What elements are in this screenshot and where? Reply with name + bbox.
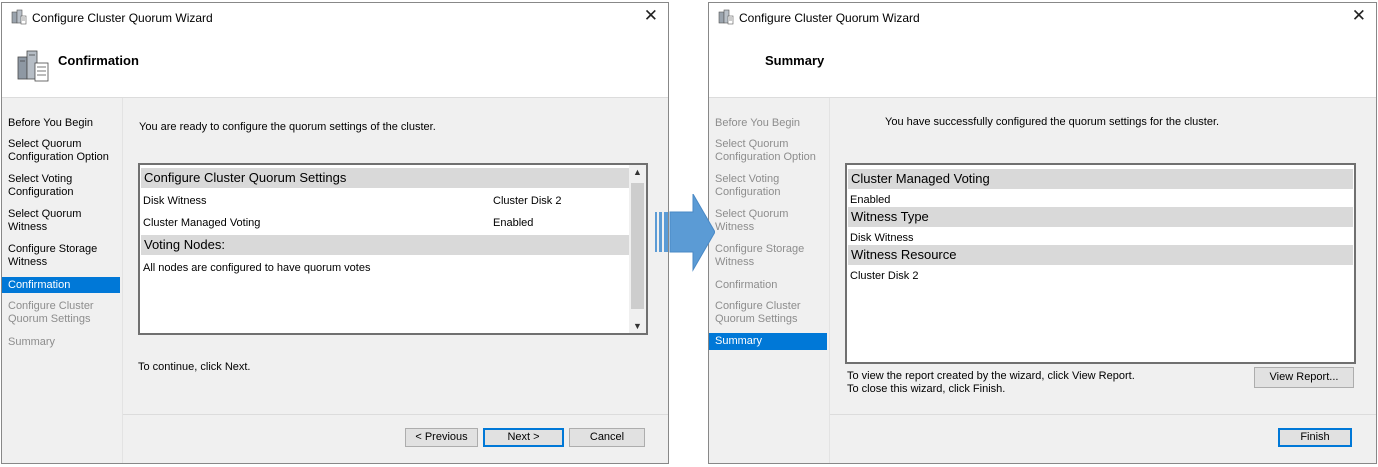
wizard-header: Summary — [709, 31, 1376, 98]
vertical-scrollbar[interactable]: ▲ ▼ — [629, 165, 646, 333]
step-select-quorum-witness[interactable]: Select Quorum Witness — [2, 208, 120, 234]
step-configure-storage-witness: Configure Storage Witness — [715, 243, 805, 268]
setting-value: Enabled — [493, 217, 534, 229]
page-title: Summary — [765, 53, 825, 68]
cluster-wizard-icon — [718, 9, 734, 25]
group-header: Configure Cluster Quorum Settings — [141, 168, 629, 188]
step-summary[interactable]: Summary — [709, 333, 827, 350]
step-select-quorum-configuration[interactable]: Select Quorum Configuration Option — [2, 138, 120, 164]
step-confirmation[interactable]: Confirmation — [2, 277, 120, 293]
result-value: Disk Witness — [850, 232, 914, 244]
wizard-header: Confirmation — [2, 31, 668, 98]
result-value: Cluster Disk 2 — [850, 270, 919, 282]
finish-button[interactable]: Finish — [1278, 428, 1352, 447]
button-bar: < Previous Next > Cancel — [123, 414, 668, 463]
summary-wizard-window: Configure Cluster Quorum Wizard ✕ Summar… — [708, 2, 1377, 464]
scroll-up-icon[interactable]: ▲ — [629, 167, 646, 177]
voting-nodes-text: All nodes are configured to have quorum … — [143, 262, 371, 274]
report-instructions: To view the report created by the wizard… — [847, 370, 1135, 382]
cancel-button[interactable]: Cancel — [569, 428, 645, 447]
step-configure-cluster-quorum-settings: Configure Cluster Quorum Settings — [8, 300, 94, 325]
step-select-quorum-configuration: Select Quorum Configuration Option — [715, 138, 816, 163]
result-header: Witness Type — [848, 207, 1353, 227]
continue-text: To continue, click Next. — [138, 361, 251, 373]
summary-listbox[interactable]: Cluster Managed Voting Enabled Witness T… — [845, 163, 1356, 364]
result-value: Enabled — [850, 194, 891, 206]
result-header: Witness Resource — [848, 245, 1353, 265]
success-text: You have successfully configured the quo… — [885, 116, 1220, 128]
page-title: Confirmation — [58, 53, 139, 68]
wizard-steps-nav: Before You Begin Select Quorum Configura… — [2, 98, 122, 463]
right-arrow-icon — [655, 194, 715, 272]
step-select-voting-configuration: Select Voting Configuration — [715, 173, 781, 198]
view-report-button[interactable]: View Report... — [1254, 367, 1354, 388]
next-button[interactable]: Next > — [483, 428, 564, 447]
cluster-wizard-icon — [11, 9, 27, 25]
step-before-you-begin: Before You Begin — [715, 117, 801, 129]
settings-listbox[interactable]: Configure Cluster Quorum Settings Disk W… — [138, 163, 648, 335]
step-before-you-begin[interactable]: Before You Begin — [2, 117, 120, 130]
setting-label: Disk Witness — [143, 195, 207, 207]
previous-button[interactable]: < Previous — [405, 428, 478, 447]
wizard-content: You have successfully configured the quo… — [829, 98, 1376, 463]
step-summary: Summary — [8, 336, 56, 348]
scroll-down-icon[interactable]: ▼ — [629, 321, 646, 331]
group-header: Voting Nodes: — [141, 235, 629, 255]
step-configure-cluster-quorum-settings: Configure Cluster Quorum Settings — [715, 300, 801, 325]
wizard-steps-nav: Before You Begin Select Quorum Configura… — [709, 98, 829, 463]
intro-text: You are ready to configure the quorum se… — [139, 121, 436, 133]
title-bar: Configure Cluster Quorum Wizard ✕ — [2, 3, 668, 31]
result-header: Cluster Managed Voting — [848, 169, 1353, 189]
title-bar: Configure Cluster Quorum Wizard ✕ — [709, 3, 1376, 31]
wizard-content: You are ready to configure the quorum se… — [122, 98, 668, 463]
button-bar: Finish — [830, 414, 1376, 463]
close-icon[interactable]: ✕ — [644, 7, 658, 25]
scroll-thumb[interactable] — [631, 183, 644, 309]
window-title: Configure Cluster Quorum Wizard — [32, 11, 213, 25]
step-select-voting-configuration[interactable]: Select Voting Configuration — [2, 173, 120, 199]
confirmation-wizard-window: Configure Cluster Quorum Wizard ✕ Confir… — [1, 2, 669, 464]
step-confirmation: Confirmation — [715, 279, 778, 291]
step-configure-storage-witness[interactable]: Configure Storage Witness — [2, 243, 120, 269]
window-title: Configure Cluster Quorum Wizard — [739, 11, 920, 25]
close-instructions: To close this wizard, click Finish. — [847, 383, 1006, 395]
setting-value: Cluster Disk 2 — [493, 195, 562, 207]
cluster-servers-icon — [17, 50, 49, 82]
close-icon[interactable]: ✕ — [1352, 7, 1366, 25]
setting-label: Cluster Managed Voting — [143, 217, 261, 229]
step-select-quorum-witness: Select Quorum Witness — [715, 208, 789, 233]
